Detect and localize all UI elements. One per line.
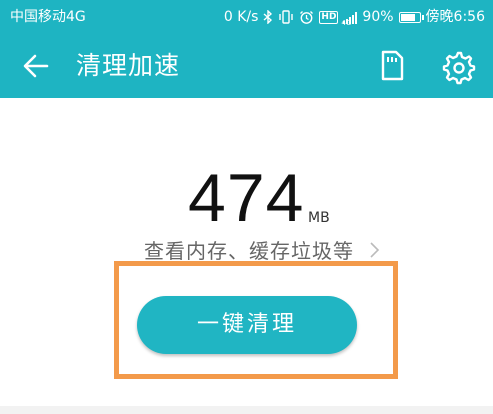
net-speed: 0 K/s <box>223 9 259 25</box>
junk-size-unit: MB <box>308 210 330 226</box>
settings-button[interactable] <box>440 49 476 85</box>
status-bar: 中国移动4G 0 K/s HD 4G 90% 傍晚6:56 <box>0 0 493 34</box>
junk-size-value: 474 <box>188 160 305 236</box>
bottom-divider <box>0 406 493 414</box>
back-button[interactable] <box>18 48 54 84</box>
sd-card-button[interactable] <box>374 49 408 83</box>
battery-percent: 90% <box>362 9 394 25</box>
hd-badge: HD <box>319 10 339 24</box>
alarm-icon <box>299 10 314 25</box>
clock: 傍晚6:56 <box>425 9 485 25</box>
one-click-clean-button[interactable]: 一键清理 <box>137 296 357 354</box>
view-details-link[interactable]: 查看内存、缓存垃圾等 <box>144 235 384 264</box>
view-details-label: 查看内存、缓存垃圾等 <box>144 239 354 263</box>
status-indicators: 0 K/s HD 4G 90% 傍晚6:56 <box>224 0 485 34</box>
chevron-right-icon <box>370 241 380 258</box>
main-content: 474 MB 查看内存、缓存垃圾等 一键清理 <box>0 98 493 414</box>
back-arrow-icon <box>23 54 49 78</box>
carrier-label: 中国移动4G <box>10 9 86 25</box>
page-title: 清理加速 <box>76 51 181 80</box>
vibrate-icon <box>278 10 294 24</box>
header-bar: 中国移动4G 0 K/s HD 4G 90% 傍晚6:56 清理加速 <box>0 0 493 98</box>
sd-card-icon <box>381 50 404 81</box>
cellular-signal-icon: 4G <box>341 10 358 27</box>
battery-fill <box>400 13 415 21</box>
battery-icon <box>398 11 424 23</box>
gear-icon <box>442 51 476 85</box>
app-bar: 清理加速 <box>0 34 493 98</box>
bluetooth-icon <box>263 10 273 24</box>
